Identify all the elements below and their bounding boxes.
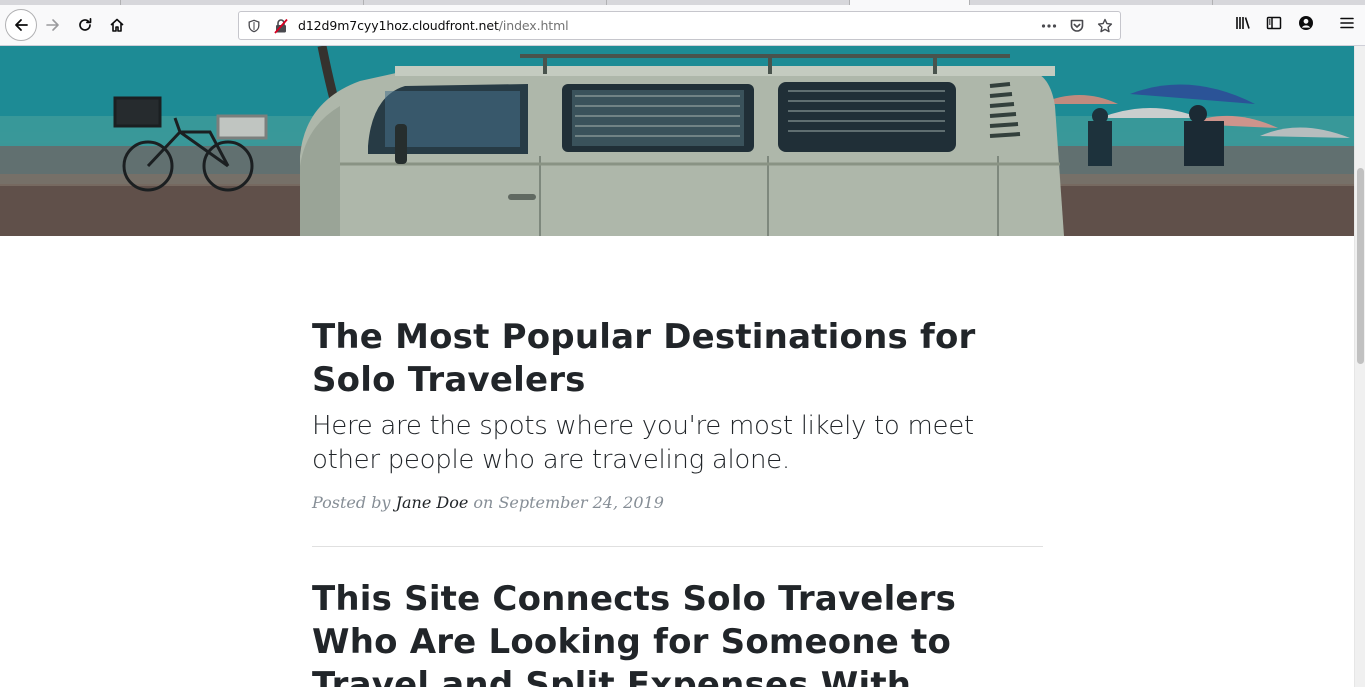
- post-date: September 24, 2019: [498, 493, 664, 512]
- post-preview[interactable]: This Site Connects Solo Travelers Who Ar…: [312, 578, 1043, 687]
- reload-icon: [77, 17, 93, 33]
- home-icon: [109, 17, 125, 33]
- hamburger-menu-icon: [1339, 15, 1355, 35]
- menu-button[interactable]: [1332, 10, 1362, 40]
- forward-button[interactable]: [38, 10, 68, 40]
- back-arrow-icon: [13, 17, 29, 33]
- star-icon[interactable]: [1097, 18, 1113, 34]
- url-host: d12d9m7cyy1hoz.cloudfront.net: [298, 18, 499, 33]
- library-icon: [1235, 15, 1251, 35]
- reload-button[interactable]: [70, 10, 100, 40]
- post-meta-on: on: [473, 493, 494, 512]
- hero-image: [0, 46, 1354, 236]
- post-divider: [312, 546, 1043, 547]
- more-icon[interactable]: [1041, 18, 1057, 34]
- library-button[interactable]: [1228, 10, 1258, 40]
- url-path: /index.html: [498, 18, 569, 33]
- sidebar-button[interactable]: [1259, 10, 1289, 40]
- post-meta: Posted by Jane Doe on September 24, 2019: [312, 491, 1043, 515]
- insecure-lock-icon[interactable]: [273, 18, 289, 34]
- url-bar[interactable]: d12d9m7cyy1hoz.cloudfront.net/index.html: [238, 11, 1121, 40]
- navigation-toolbar: d12d9m7cyy1hoz.cloudfront.net/index.html: [0, 5, 1365, 46]
- scrollbar-thumb[interactable]: [1357, 168, 1364, 364]
- page-viewport: The Most Popular Destinations for Solo T…: [0, 46, 1354, 687]
- url-text[interactable]: d12d9m7cyy1hoz.cloudfront.net/index.html: [298, 18, 569, 33]
- home-button[interactable]: [102, 10, 132, 40]
- account-icon: [1298, 15, 1314, 35]
- post-title[interactable]: This Site Connects Solo Travelers Who Ar…: [312, 578, 1043, 687]
- page-scrollbar[interactable]: [1354, 46, 1365, 687]
- post-meta-prefix: Posted by: [312, 493, 391, 512]
- account-button[interactable]: [1291, 10, 1321, 40]
- shield-icon[interactable]: [246, 18, 262, 34]
- post-subtitle[interactable]: Here are the spots where you're most lik…: [312, 409, 1043, 477]
- forward-arrow-icon: [45, 17, 61, 33]
- pocket-icon[interactable]: [1069, 18, 1085, 34]
- post-author-link[interactable]: Jane Doe: [396, 493, 469, 512]
- sidebar-icon: [1266, 15, 1282, 35]
- back-button[interactable]: [5, 9, 37, 41]
- post-preview[interactable]: The Most Popular Destinations for Solo T…: [312, 316, 1043, 515]
- post-title[interactable]: The Most Popular Destinations for Solo T…: [312, 316, 1043, 402]
